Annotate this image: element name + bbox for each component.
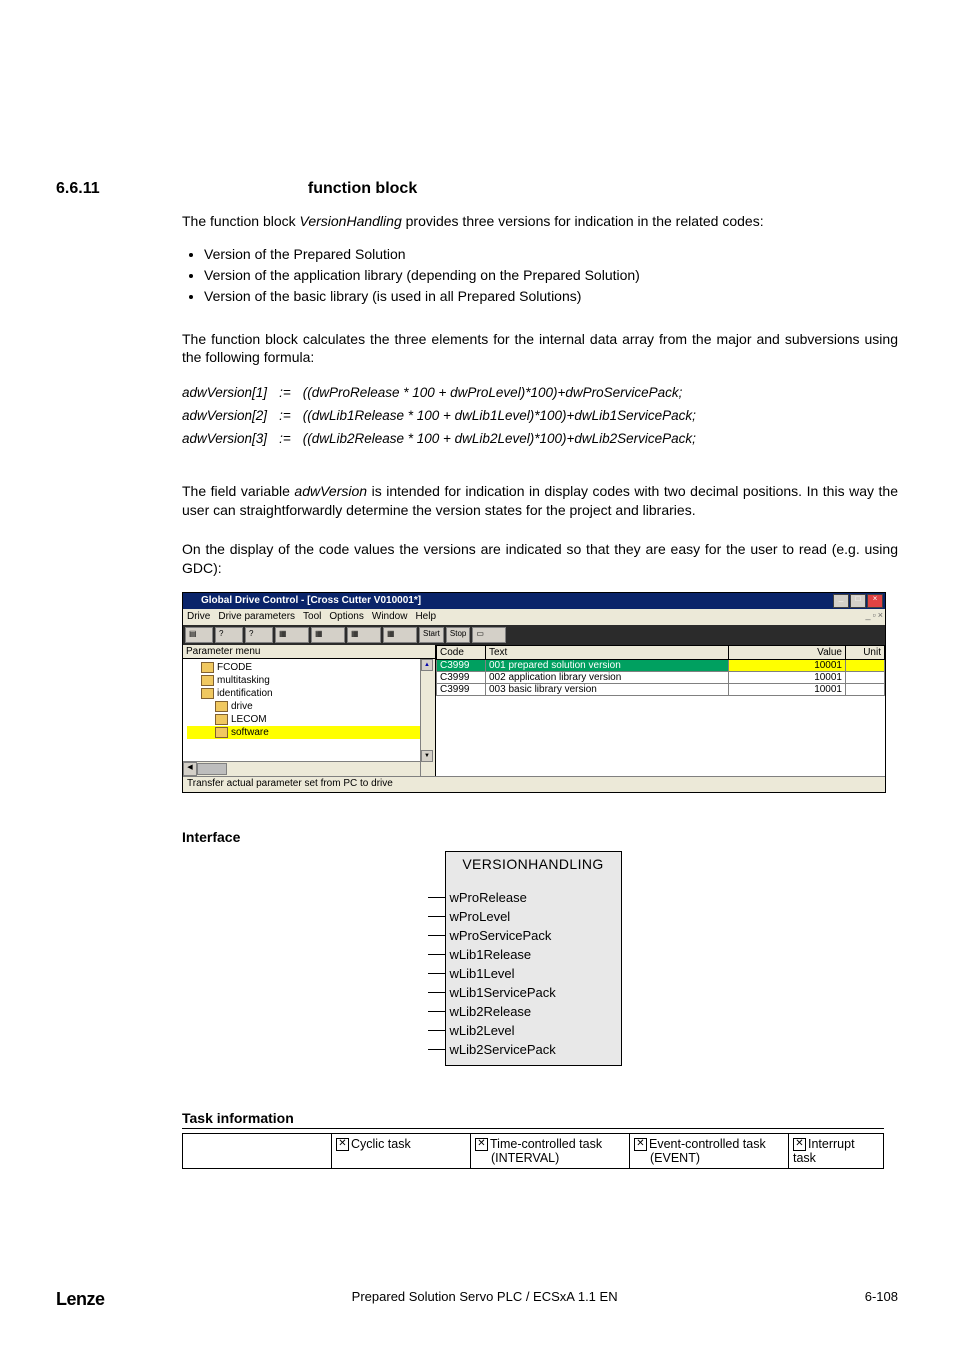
fb-pin: wProServicePack — [446, 926, 621, 945]
gdc-window: Global Drive Control - [Cross Cutter V01… — [182, 592, 886, 793]
footer-title: Prepared Solution Servo PLC / ECSxA 1.1 … — [56, 1289, 898, 1304]
close-icon[interactable]: × — [867, 594, 883, 608]
menu-item[interactable]: Drive parameters — [218, 611, 295, 622]
fb-pin: wProRelease — [446, 888, 621, 907]
scroll-down-icon[interactable]: ▼ — [421, 750, 433, 762]
bullet-list: Version of the Prepared Solution Version… — [182, 245, 898, 306]
fb-diagram: VERSIONHANDLING wProRelease wProLevel wP… — [182, 851, 884, 1066]
tree-header: Parameter menu — [183, 645, 435, 659]
toolbar-button[interactable]: ? — [215, 627, 243, 643]
start-button[interactable]: Start — [419, 627, 444, 643]
folder-icon — [201, 662, 214, 673]
mdi-restore-icon[interactable]: ▫ — [873, 610, 876, 620]
fb-pin: wLib2ServicePack — [446, 1040, 621, 1059]
fb-pin: wProLevel — [446, 907, 621, 926]
tree-item-selected[interactable]: software — [187, 726, 433, 739]
paragraph: The function block calculates the three … — [182, 330, 898, 368]
column-header[interactable]: Text — [486, 645, 729, 659]
vertical-scrollbar[interactable]: ▲ ▼ — [420, 659, 435, 776]
tree-item[interactable]: identification — [187, 687, 433, 700]
folder-icon — [201, 688, 214, 699]
heading-number: 6.6.11 — [56, 180, 304, 198]
mdi-minimize-icon[interactable]: _ — [866, 610, 871, 620]
tree-item[interactable]: LECOM — [187, 713, 433, 726]
brand-logo: Lenze — [56, 1289, 105, 1310]
task-table: ✕Cyclic task ✕Time-controlled task(INTER… — [182, 1133, 884, 1169]
status-bar: Transfer actual parameter set from PC to… — [183, 776, 885, 792]
fb-pin: wLib1Level — [446, 964, 621, 983]
intro-paragraph: The function block VersionHandling provi… — [182, 212, 898, 231]
fb-pin: wLib1Release — [446, 945, 621, 964]
fb-title: VERSIONHANDLING — [446, 852, 621, 888]
column-header[interactable]: Code — [437, 645, 486, 659]
table-row[interactable]: C3999 003 basic library version 10001 — [437, 683, 885, 695]
horizontal-scrollbar[interactable]: ◀ ▶ — [183, 761, 435, 776]
tree-item[interactable]: FCODE — [187, 661, 433, 674]
menubar: Drive Drive parameters Tool Options Wind… — [183, 609, 885, 625]
list-item: Version of the application library (depe… — [204, 266, 898, 285]
fb-pin: wLib1ServicePack — [446, 983, 621, 1002]
scroll-up-icon[interactable]: ▲ — [421, 659, 433, 671]
interface-label: Interface — [182, 829, 898, 845]
task-cell: ✕Time-controlled task(INTERVAL) — [471, 1133, 630, 1168]
checkbox-icon: ✕ — [634, 1138, 647, 1151]
window-title: Global Drive Control - [Cross Cutter V01… — [183, 595, 421, 606]
toolbar-button[interactable]: ? — [245, 627, 273, 643]
tree-panel: Parameter menu FCODE multitasking identi… — [183, 645, 436, 776]
column-header[interactable]: Unit — [846, 645, 885, 659]
section-heading: 6.6.11 function block — [56, 180, 898, 198]
toolbar-button[interactable]: ▦ — [347, 627, 381, 643]
table-row[interactable]: C3999 001 prepared solution version 1000… — [437, 659, 885, 671]
list-item: Version of the basic library (is used in… — [204, 287, 898, 306]
scroll-thumb[interactable] — [197, 763, 227, 775]
titlebar[interactable]: Global Drive Control - [Cross Cutter V01… — [183, 593, 885, 609]
paragraph: The field variable adwVersion is intende… — [182, 482, 898, 520]
grid-panel: Code Text Value Unit C3999 001 prepared … — [436, 645, 885, 776]
menu-item[interactable]: Window — [372, 611, 408, 622]
toolbar-button[interactable]: ▦ — [275, 627, 309, 643]
menu-item[interactable]: Help — [415, 611, 436, 622]
mdi-close-icon[interactable]: × — [878, 610, 883, 620]
toolbar-button[interactable]: ▦ — [311, 627, 345, 643]
heading-title: function block — [308, 180, 417, 198]
menu-item[interactable]: Tool — [303, 611, 321, 622]
toolbar-button[interactable]: ▦ — [383, 627, 417, 643]
stop-button[interactable]: Stop — [446, 627, 470, 643]
toolbar-button[interactable]: ▤ — [185, 627, 213, 643]
folder-icon — [215, 701, 228, 712]
maximize-icon[interactable]: □ — [850, 594, 866, 608]
task-cell: ✕Event-controlled task(EVENT) — [630, 1133, 789, 1168]
data-table: Code Text Value Unit C3999 001 prepared … — [436, 645, 885, 696]
checkbox-icon: ✕ — [793, 1138, 806, 1151]
tree-item[interactable]: drive — [187, 700, 433, 713]
task-info-label: Task information — [182, 1110, 884, 1129]
column-header[interactable]: Value — [729, 645, 846, 659]
table-row[interactable]: C3999 002 application library version 10… — [437, 671, 885, 683]
checkbox-icon: ✕ — [336, 1138, 349, 1151]
tree-item[interactable]: multitasking — [187, 674, 433, 687]
page-number: 6-108 — [865, 1289, 898, 1304]
toolbar-button[interactable]: ▭ — [472, 627, 506, 643]
folder-icon — [215, 714, 228, 725]
menu-item[interactable]: Drive — [187, 611, 210, 622]
task-cell: ✕Interrupt task — [789, 1133, 884, 1168]
fb-pin: wLib2Level — [446, 1021, 621, 1040]
paragraph: On the display of the code values the ve… — [182, 540, 898, 578]
fb-pin: wLib2Release — [446, 1002, 621, 1021]
minimize-icon[interactable]: _ — [833, 594, 849, 608]
menu-item[interactable]: Options — [329, 611, 363, 622]
toolbar: ▤ ? ? ▦ ▦ ▦ ▦ Start Stop ▭ — [183, 625, 885, 645]
folder-icon — [201, 675, 214, 686]
folder-icon — [215, 727, 228, 738]
scroll-left-icon[interactable]: ◀ — [183, 762, 197, 776]
formula-table: adwVersion[1]:=((dwProRelease * 100 + dw… — [182, 381, 708, 450]
list-item: Version of the Prepared Solution — [204, 245, 898, 264]
checkbox-icon: ✕ — [475, 1138, 488, 1151]
task-cell: ✕Cyclic task — [332, 1133, 471, 1168]
page-footer: Lenze 6-108 Prepared Solution Servo PLC … — [56, 1289, 898, 1310]
